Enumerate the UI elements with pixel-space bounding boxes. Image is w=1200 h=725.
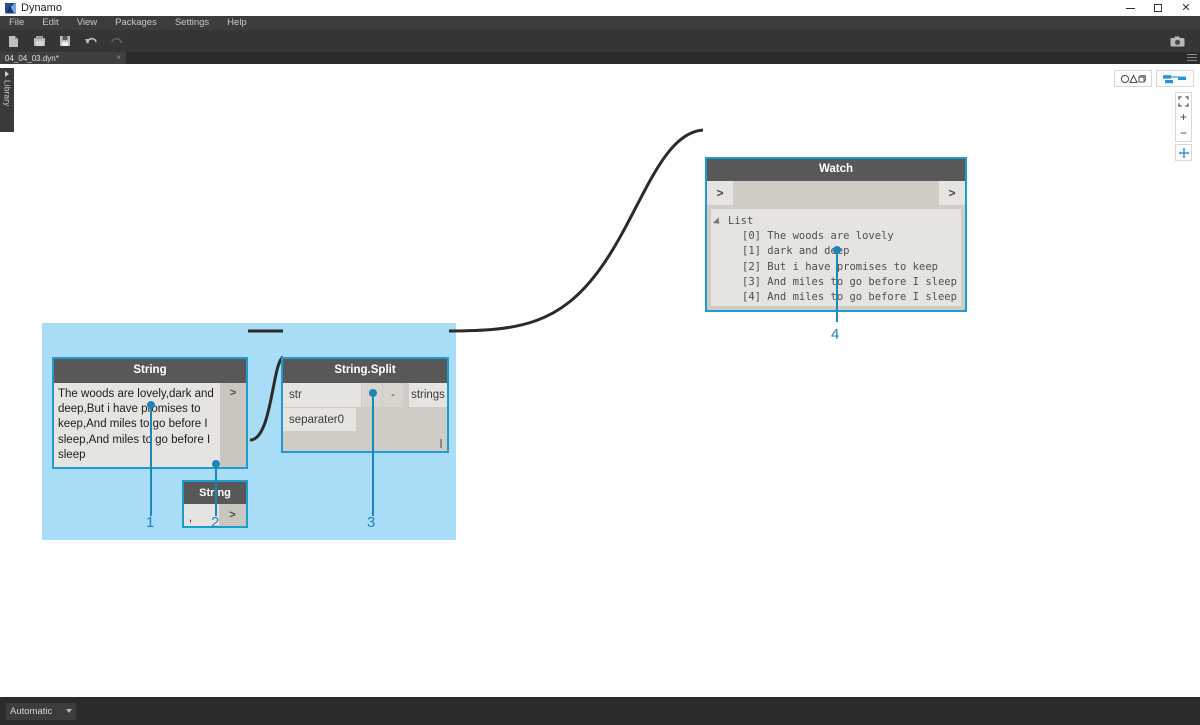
library-panel-tab[interactable]: Library: [0, 68, 14, 132]
node-string-input-title: String: [54, 359, 246, 383]
chevron-down-icon: [66, 709, 72, 713]
geometry-view-icon[interactable]: [1114, 70, 1152, 87]
node-resize-handle[interactable]: [440, 439, 442, 448]
status-bar: Automatic: [0, 697, 1200, 725]
split-input-separator-label[interactable]: separater0: [283, 408, 356, 431]
menu-item-help[interactable]: Help: [218, 16, 256, 30]
watch-list-item: [0] The woods are lovely: [742, 230, 894, 243]
redo-icon[interactable]: [104, 30, 130, 52]
maximize-icon: [1154, 4, 1162, 12]
graph-canvas[interactable]: Library String The woods are lovely,dark…: [0, 64, 1200, 697]
run-mode-label: Automatic: [10, 705, 53, 717]
minimize-button[interactable]: [1116, 0, 1144, 16]
menu-item-edit[interactable]: Edit: [33, 16, 67, 30]
watch-list-item: [3] And miles to go before I sleep: [742, 275, 957, 288]
toolbar-right-group: [1164, 30, 1190, 52]
annotation-line-4: [836, 250, 838, 322]
separator-output-port[interactable]: >: [219, 504, 246, 526]
annotation-line-2: [215, 464, 217, 516]
watch-list-label: List: [728, 215, 754, 227]
zoom-control-group: + −: [1175, 92, 1192, 142]
watch-list-item: [2] But i have promises to keep: [742, 260, 938, 273]
annotation-line-3: [372, 393, 374, 516]
dynamo-window: Dynamo ✕ File Edit View Packages Setting…: [0, 0, 1200, 725]
annotation-number-1: 1: [146, 514, 155, 531]
split-top-row: str + - strings: [283, 383, 447, 407]
open-folder-icon[interactable]: [26, 30, 52, 52]
chevron-right-icon: [5, 71, 9, 77]
node-string-split-title: String.Split: [283, 359, 447, 383]
graph-view-icon[interactable]: [1156, 70, 1194, 87]
string-value-field[interactable]: The woods are lovely,dark and deep,But i…: [54, 383, 220, 467]
maximize-button[interactable]: [1144, 0, 1172, 16]
zoom-to-fit-icon[interactable]: [1176, 93, 1191, 109]
node-watch-title: Watch: [707, 159, 965, 181]
split-input-str-label[interactable]: str: [283, 383, 361, 407]
menu-item-packages[interactable]: Packages: [106, 16, 166, 30]
zoom-out-button[interactable]: −: [1176, 125, 1191, 141]
menu-item-file[interactable]: File: [0, 16, 33, 30]
camera-icon[interactable]: [1164, 30, 1190, 52]
annotation-number-4: 4: [831, 326, 840, 343]
watch-input-port[interactable]: >: [707, 181, 733, 205]
undo-icon[interactable]: [78, 30, 104, 52]
pan-icon[interactable]: [1175, 144, 1192, 161]
node-string-split-body: str + - strings separater0: [283, 383, 447, 451]
close-button[interactable]: ✕: [1172, 0, 1200, 16]
annotation-line-1: [150, 405, 152, 516]
watch-port-row: > >: [707, 181, 965, 205]
dynamo-logo-icon: [5, 2, 16, 14]
run-mode-dropdown[interactable]: Automatic: [6, 702, 76, 720]
watch-output-port[interactable]: >: [939, 181, 965, 205]
watch-list-header[interactable]: List: [712, 214, 961, 229]
watch-list-item: [4] And miles to go before I sleep: [742, 291, 957, 304]
title-bar: Dynamo ✕: [0, 0, 1200, 16]
tabstrip-menu-icon[interactable]: [1187, 54, 1197, 63]
string-output-port[interactable]: >: [220, 383, 246, 467]
zoom-in-button[interactable]: +: [1176, 109, 1191, 125]
tab-active-workspace[interactable]: 04_04_03.dyn* ×: [0, 52, 126, 64]
split-output-strings-label[interactable]: strings: [409, 383, 447, 407]
minimize-icon: [1125, 7, 1135, 9]
save-icon[interactable]: [52, 30, 78, 52]
node-string-split[interactable]: String.Split str + - strings separater0: [281, 357, 449, 453]
window-title: Dynamo: [21, 2, 62, 14]
menu-bar: File Edit View Packages Settings Help: [0, 16, 1200, 30]
tab-close-icon[interactable]: ×: [116, 52, 121, 64]
tab-strip: 04_04_03.dyn* ×: [0, 52, 1200, 64]
menu-item-view[interactable]: View: [68, 16, 106, 30]
new-file-icon[interactable]: [0, 30, 26, 52]
tab-label: 04_04_03.dyn*: [5, 53, 59, 63]
library-label: Library: [2, 80, 12, 107]
expand-caret-icon[interactable]: [712, 216, 723, 227]
view-toggle-group: [1114, 70, 1194, 87]
window-controls: ✕: [1116, 0, 1200, 16]
annotation-number-3: 3: [367, 514, 376, 531]
toolbar: [0, 30, 1200, 52]
menu-item-settings[interactable]: Settings: [166, 16, 218, 30]
annotation-number-2: 2: [211, 514, 220, 531]
split-remove-port-button[interactable]: -: [383, 383, 403, 407]
